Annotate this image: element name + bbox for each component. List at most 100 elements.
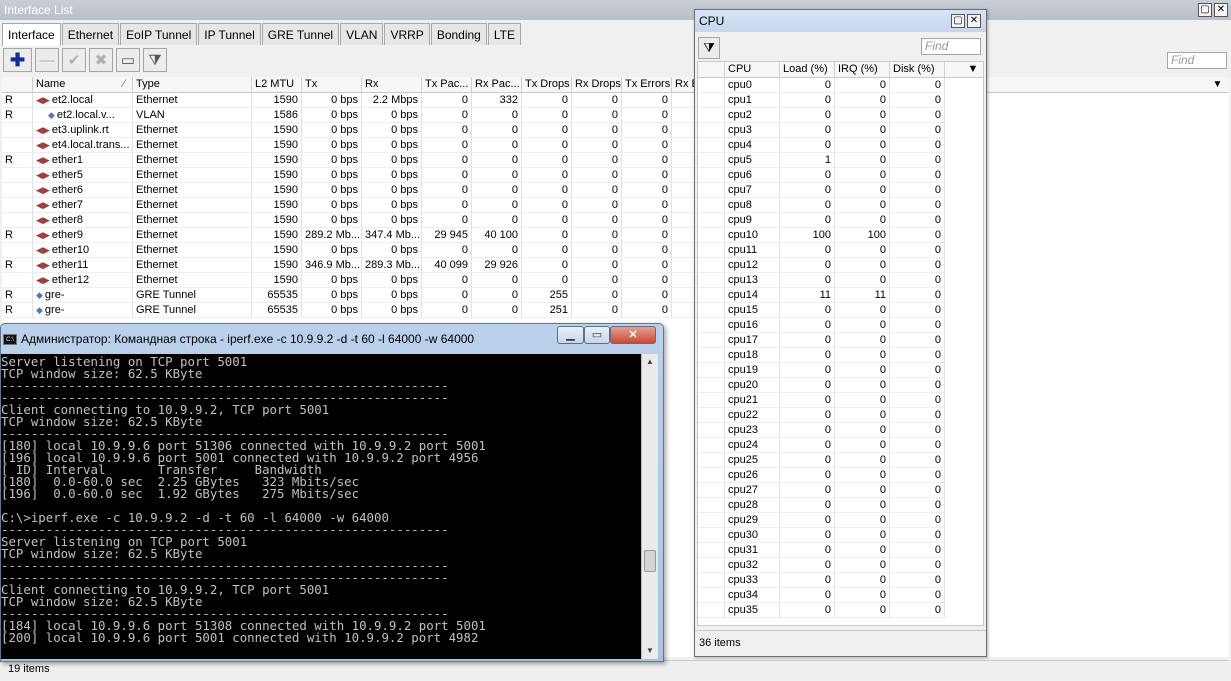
console-output[interactable]: Server listening on TCP port 5001 TCP win… (1, 354, 641, 659)
column-header[interactable]: Tx Drops (522, 77, 572, 93)
tab-lte[interactable]: LTE (487, 23, 521, 45)
table-row[interactable]: cpu28 0 0 0 (698, 498, 983, 513)
disable-button[interactable]: ✖ (89, 48, 113, 72)
table-row[interactable]: cpu26 0 0 0 (698, 468, 983, 483)
scroll-down-icon[interactable]: ▼ (642, 643, 658, 659)
table-row[interactable]: cpu3 0 0 0 (698, 123, 983, 138)
table-row[interactable]: cpu4 0 0 0 (698, 138, 983, 153)
table-row[interactable]: cpu8 0 0 0 (698, 198, 983, 213)
table-row[interactable]: cpu33 0 0 0 (698, 573, 983, 588)
table-row[interactable]: cpu5 1 0 0 (698, 153, 983, 168)
table-row[interactable]: cpu31 0 0 0 (698, 543, 983, 558)
column-header[interactable]: L2 MTU (252, 77, 302, 93)
table-row[interactable]: ◀▶ et3.uplink.rt Ethernet 1590 0 bps 0 bps 0 0 0… (2, 123, 1229, 138)
table-row[interactable]: cpu0 0 0 0 (698, 78, 983, 93)
cpu-filter-button[interactable]: ⧩ (698, 37, 720, 59)
tab-ip-tunnel[interactable]: IP Tunnel (198, 23, 261, 45)
comment-button[interactable]: ▭ (116, 48, 140, 72)
table-row[interactable]: cpu22 0 0 0 (698, 408, 983, 423)
table-row[interactable]: ◀▶ ether10 Ethernet 1590 0 bps 0 bps 0 0 0 0 0 (2, 243, 1229, 258)
table-row[interactable]: cpu25 0 0 0 (698, 453, 983, 468)
table-row[interactable]: R ◀▶ ether9 Ethernet 1590 289.2 Mb... 347.4 Mb… (2, 228, 1229, 243)
cpu-titlebar[interactable]: CPU ▢ ✕ (695, 10, 986, 32)
column-header[interactable]: Rx Pac... (472, 77, 522, 93)
column-header[interactable]: Rx E (672, 77, 696, 93)
table-row[interactable]: cpu21 0 0 0 (698, 393, 983, 408)
table-row[interactable]: cpu30 0 0 0 (698, 528, 983, 543)
column-header[interactable] (2, 77, 33, 93)
table-row[interactable]: cpu27 0 0 0 (698, 483, 983, 498)
table-row[interactable]: cpu7 0 0 0 (698, 183, 983, 198)
table-row[interactable]: cpu20 0 0 0 (698, 378, 983, 393)
maximize-icon[interactable]: ▢ (1198, 3, 1212, 17)
column-menu-icon[interactable]: ▼ (1208, 77, 1227, 93)
console-titlebar[interactable]: C:\ Администратор: Командная строка - ip… (1, 324, 663, 354)
table-row[interactable]: cpu35 0 0 0 (698, 603, 983, 618)
close-button[interactable]: ✕ (610, 326, 656, 344)
table-row[interactable]: ◀▶ ether8 Ethernet 1590 0 bps 0 bps 0 0 0 0 0 (2, 213, 1229, 228)
table-row[interactable]: R ◀▶ ether1 Ethernet 1590 0 bps 0 bps 0 0 0 0 0 (2, 153, 1229, 168)
table-row[interactable]: cpu14 11 11 0 (698, 288, 983, 303)
table-row[interactable]: cpu12 0 0 0 (698, 258, 983, 273)
column-header[interactable]: CPU (725, 62, 780, 78)
table-row[interactable]: cpu16 0 0 0 (698, 318, 983, 333)
table-row[interactable]: cpu6 0 0 0 (698, 168, 983, 183)
tab-interface[interactable]: Interface (2, 23, 61, 46)
table-row[interactable]: R ◆ gre- GRE Tunnel 65535 0 bps 0 bps 0 0 251 0 0 (2, 303, 1229, 318)
add-button[interactable]: ✚ (3, 48, 32, 72)
tab-ethernet[interactable]: Ethernet (61, 23, 120, 45)
tab-vrrp[interactable]: VRRP (384, 23, 430, 45)
table-row[interactable]: ◀▶ ether7 Ethernet 1590 0 bps 0 bps 0 0 0 0 0 (2, 198, 1229, 213)
table-row[interactable]: cpu34 0 0 0 (698, 588, 983, 603)
table-row[interactable]: ◀▶ ether12 Ethernet 1590 0 bps 0 bps 0 0 0 0 0 (2, 273, 1229, 288)
table-row[interactable]: R ◆ gre- GRE Tunnel 65535 0 bps 0 bps 0 0 255 0 0 (2, 288, 1229, 303)
scroll-up-icon[interactable]: ▲ (642, 354, 658, 370)
column-header[interactable]: Disk (%) (890, 62, 945, 78)
table-row[interactable]: cpu13 0 0 0 (698, 273, 983, 288)
interface-find-input[interactable]: Find (1167, 52, 1227, 69)
enable-button[interactable]: ✔ (62, 48, 86, 72)
close-icon[interactable]: ✕ (967, 14, 981, 28)
table-row[interactable]: cpu9 0 0 0 (698, 213, 983, 228)
table-row[interactable]: cpu24 0 0 0 (698, 438, 983, 453)
tab-gre-tunnel[interactable]: GRE Tunnel (261, 23, 340, 45)
table-row[interactable]: cpu1 0 0 0 (698, 93, 983, 108)
console-scrollbar[interactable]: ▲ ▼ (641, 354, 658, 659)
remove-button[interactable]: — (35, 48, 59, 72)
column-header[interactable]: Rx (362, 77, 422, 93)
tab-eoip-tunnel[interactable]: EoIP Tunnel (120, 23, 198, 45)
tab-bonding[interactable]: Bonding (430, 23, 487, 45)
table-row[interactable]: R ◆ et2.local.v... VLAN 1586 0 bps 0 bps 0 0 0 0 0 (2, 108, 1229, 123)
restore-button[interactable]: ▭ (584, 326, 610, 344)
table-row[interactable]: ◀▶ et4.local.trans... Ethernet 1590 0 bps 0 b… (2, 138, 1229, 153)
column-header[interactable]: Rx Drops (572, 77, 622, 93)
table-row[interactable]: cpu18 0 0 0 (698, 348, 983, 363)
column-header[interactable]: Name (33, 77, 133, 93)
table-row[interactable]: cpu15 0 0 0 (698, 303, 983, 318)
interface-list-titlebar[interactable]: Interface List ▢ ✕ (0, 0, 1231, 20)
maximize-icon[interactable]: ▢ (951, 14, 965, 28)
table-row[interactable]: cpu10 100 100 0 (698, 228, 983, 243)
table-row[interactable]: cpu32 0 0 0 (698, 558, 983, 573)
filter-button[interactable]: ⧩ (143, 48, 167, 72)
cpu-find-input[interactable]: Find (921, 38, 981, 55)
column-header[interactable]: Tx Pac... (422, 77, 472, 93)
column-header[interactable]: Type (133, 77, 252, 93)
table-row[interactable]: cpu17 0 0 0 (698, 333, 983, 348)
table-row[interactable]: ◀▶ ether6 Ethernet 1590 0 bps 0 bps 0 0 0 0 0 (2, 183, 1229, 198)
table-row[interactable]: cpu2 0 0 0 (698, 108, 983, 123)
column-header[interactable]: IRQ (%) (835, 62, 890, 78)
column-header[interactable]: Load (%) (780, 62, 835, 78)
table-row[interactable]: cpu19 0 0 0 (698, 363, 983, 378)
table-row[interactable]: R ◀▶ et2.local Ethernet 1590 0 bps 2.2 Mbps 0 33… (2, 93, 1229, 108)
table-row[interactable]: R ◀▶ ether11 Ethernet 1590 346.9 Mb... 289.3 M… (2, 258, 1229, 273)
table-row[interactable]: ◀▶ ether5 Ethernet 1590 0 bps 0 bps 0 0 0 0 0 (2, 168, 1229, 183)
column-header[interactable]: Tx (302, 77, 362, 93)
table-row[interactable]: cpu23 0 0 0 (698, 423, 983, 438)
table-row[interactable]: cpu29 0 0 0 (698, 513, 983, 528)
column-menu-icon[interactable]: ▼ (963, 62, 983, 78)
table-row[interactable]: cpu11 0 0 0 (698, 243, 983, 258)
minimize-button[interactable]: ▁ (557, 326, 584, 344)
column-header[interactable]: Tx Errors (622, 77, 672, 93)
close-icon[interactable]: ✕ (1214, 3, 1228, 17)
